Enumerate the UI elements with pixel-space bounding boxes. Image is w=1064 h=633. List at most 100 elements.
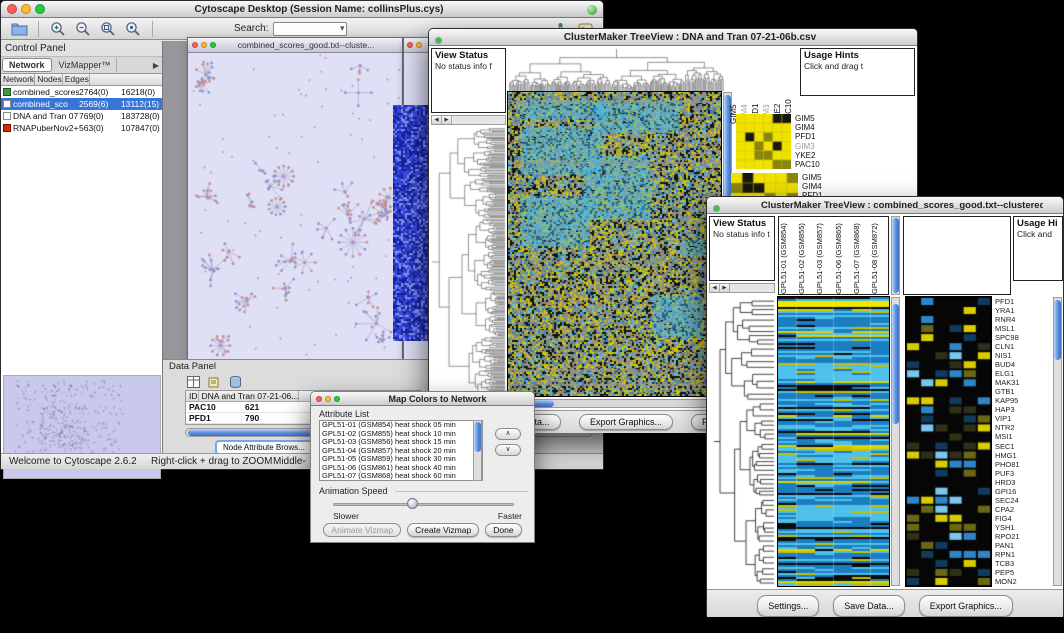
dense-network-canvas[interactable]	[393, 105, 428, 341]
zoom-icon[interactable]	[334, 396, 340, 402]
vertical-scrollbar[interactable]	[891, 297, 900, 586]
gene-label[interactable]: SEC24	[995, 496, 1051, 505]
close-icon[interactable]	[7, 4, 17, 14]
main-titlebar[interactable]: Cytoscape Desktop (Session Name: collins…	[1, 1, 603, 18]
gene-label[interactable]: CPA2	[995, 505, 1051, 514]
row-dendrogram[interactable]	[713, 297, 775, 586]
heatmap-canvas[interactable]	[778, 297, 889, 586]
vertical-scrollbar[interactable]	[1053, 297, 1062, 586]
gene-label[interactable]: YRA1	[995, 306, 1051, 315]
row-dendrogram[interactable]	[431, 127, 506, 397]
gene-label[interactable]: YSH1	[995, 523, 1051, 532]
tab-overflow-icon[interactable]: ▶	[153, 61, 162, 70]
scroll-thumb[interactable]	[892, 218, 899, 293]
gene-label[interactable]: BUD4	[995, 360, 1051, 369]
control-panel-tab[interactable]: VizMapper™	[53, 58, 118, 72]
search-input[interactable]: ▾	[273, 22, 347, 36]
gene-label[interactable]: PUF3	[995, 469, 1051, 478]
control-panel-tab[interactable]: Network	[2, 58, 52, 72]
zoom-fit-icon[interactable]	[98, 20, 118, 38]
treeview-titlebar[interactable]: ClusterMaker TreeView : DNA and Tran 07-…	[429, 29, 917, 46]
column-header[interactable]: Network	[1, 74, 35, 85]
gene-label[interactable]: PEP5	[995, 568, 1051, 577]
column-header[interactable]: Edges	[63, 74, 90, 85]
open-session-icon[interactable]	[9, 20, 29, 38]
zoom-icon[interactable]	[435, 37, 442, 44]
column-header[interactable]: ID	[186, 391, 199, 401]
column-header[interactable]: Nodes	[35, 74, 63, 85]
animation-speed-slider[interactable]	[333, 503, 514, 506]
close-icon[interactable]	[407, 42, 413, 48]
slider-thumb[interactable]	[407, 498, 418, 509]
column-dendrogram[interactable]	[508, 48, 725, 91]
attribute-list-item[interactable]: GPL51-07 (GSM868) heat shock 60 min	[320, 472, 482, 481]
scroll-left-icon[interactable]: ◀	[710, 284, 720, 292]
scroll-right-icon[interactable]: ▶	[720, 284, 730, 292]
scroll-thumb[interactable]	[1054, 300, 1061, 360]
zoom-out-icon[interactable]	[73, 20, 93, 38]
minimize-icon[interactable]	[416, 42, 422, 48]
gene-label[interactable]: HMG1	[995, 451, 1051, 460]
frame-titlebar[interactable]	[404, 38, 428, 53]
gene-label[interactable]: PAN1	[995, 541, 1051, 550]
dialog-titlebar[interactable]: Map Colors to Network	[311, 392, 534, 406]
dialog-button[interactable]: Animate Vizmap	[323, 523, 401, 537]
scroll-thumb[interactable]	[892, 304, 899, 424]
gene-label[interactable]: RPO21	[995, 532, 1051, 541]
gene-label[interactable]: MON2	[995, 577, 1051, 586]
gene-label[interactable]: SEC1	[995, 442, 1051, 451]
network-view-canvas[interactable]	[188, 53, 402, 361]
gene-label[interactable]: CLN1	[995, 342, 1051, 351]
network-row[interactable]: DNA and Tran 07 769(0) 183728(0)	[1, 110, 162, 122]
gene-label[interactable]: SPC98	[995, 333, 1051, 342]
move-up-button[interactable]: ∧	[495, 428, 521, 440]
gene-label[interactable]: MSI1	[995, 432, 1051, 441]
dialog-button[interactable]: Create Vizmap	[407, 523, 479, 537]
list-scrollbar[interactable]	[473, 420, 482, 481]
minimize-icon[interactable]	[325, 396, 331, 402]
scroll-thumb[interactable]	[474, 422, 481, 452]
gene-label[interactable]: GTB1	[995, 387, 1051, 396]
mini-scrollbar[interactable]: ◀▶	[709, 283, 775, 293]
frame-titlebar[interactable]: combined_scores_good.txt--cluste...	[188, 38, 402, 53]
gene-label[interactable]: MSL1	[995, 324, 1051, 333]
minimize-icon[interactable]	[201, 42, 207, 48]
gene-label[interactable]: PFD1	[995, 297, 1051, 306]
gene-label[interactable]: NTR2	[995, 423, 1051, 432]
gene-label[interactable]: FIG4	[995, 514, 1051, 523]
zoom-icon[interactable]	[713, 205, 720, 212]
secondary-heatmap-canvas[interactable]	[906, 297, 991, 586]
network-row[interactable]: combined_scores 2764(0) 16218(0)	[1, 86, 162, 98]
move-down-button[interactable]: ∨	[495, 444, 521, 456]
close-icon[interactable]	[316, 396, 322, 402]
minimize-icon[interactable]	[21, 4, 31, 14]
network-row[interactable]: combined_sco 2569(6) 13112(15)	[1, 98, 162, 110]
gene-label[interactable]: KAP95	[995, 396, 1051, 405]
treeview-titlebar[interactable]: ClusterMaker TreeView : combined_scores_…	[707, 197, 1063, 214]
gene-label[interactable]: PHO81	[995, 460, 1051, 469]
scroll-right-icon[interactable]: ▶	[442, 116, 452, 124]
dialog-button[interactable]: Done	[485, 523, 521, 537]
gene-label[interactable]: HAP3	[995, 405, 1051, 414]
network-row[interactable]: RNAPuberNov2+ 563(0) 107847(0)	[1, 122, 162, 134]
gene-label[interactable]: MAK31	[995, 378, 1051, 387]
gene-label[interactable]: HRD3	[995, 478, 1051, 487]
zoom-icon[interactable]	[210, 42, 216, 48]
zoom-in-icon[interactable]	[48, 20, 68, 38]
scroll-left-icon[interactable]: ◀	[432, 116, 442, 124]
mini-scrollbar[interactable]: ◀▶	[431, 115, 506, 125]
column-header[interactable]: DNA and Tran 07-21-06...	[199, 391, 300, 401]
gene-label[interactable]: GPI16	[995, 487, 1051, 496]
treeview-button[interactable]: Export Graphics...	[579, 414, 673, 430]
treeview-button[interactable]: Export Graphics...	[919, 595, 1013, 617]
zoom-selected-icon[interactable]	[123, 20, 143, 38]
vertical-scrollbar[interactable]	[891, 216, 900, 295]
heatmap-canvas[interactable]	[508, 92, 721, 396]
gene-label[interactable]: TCB3	[995, 559, 1051, 568]
zoom-icon[interactable]	[35, 4, 45, 14]
gene-label[interactable]: NIS1	[995, 351, 1051, 360]
close-icon[interactable]	[192, 42, 198, 48]
gene-label[interactable]: ELG1	[995, 369, 1051, 378]
treeview-button[interactable]: Save Data...	[833, 595, 905, 617]
treeview-button[interactable]: Settings...	[757, 595, 819, 617]
